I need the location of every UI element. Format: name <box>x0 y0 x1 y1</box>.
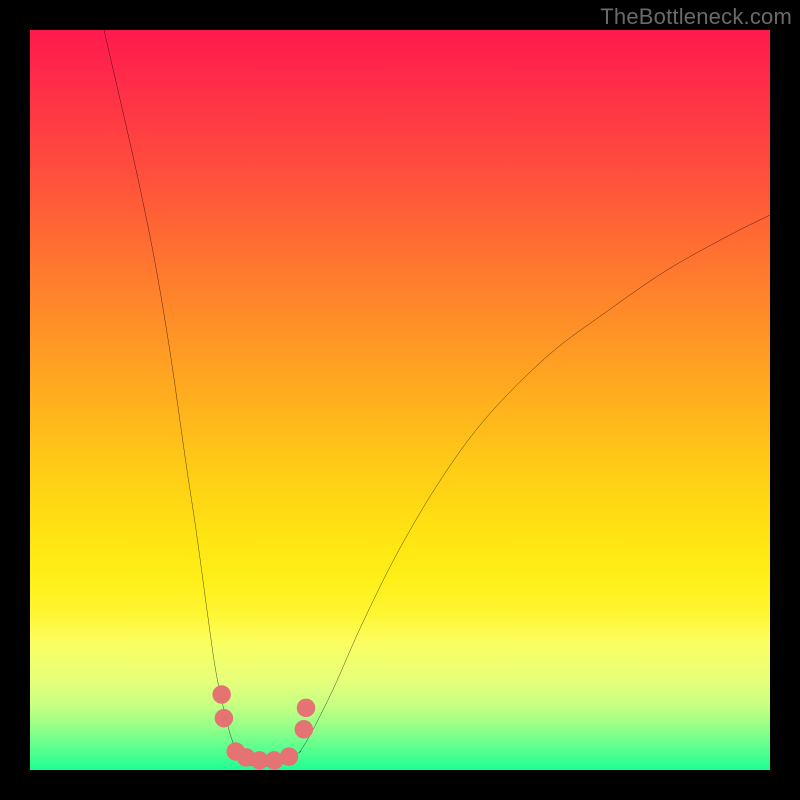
valley-marker <box>212 685 231 704</box>
valley-marker <box>280 747 299 766</box>
valley-marker <box>215 709 234 728</box>
watermark-text: TheBottleneck.com <box>600 4 792 30</box>
outer-frame: TheBottleneck.com <box>0 0 800 800</box>
plot-area <box>30 30 770 770</box>
bottleneck-curve <box>104 30 770 766</box>
chart-svg <box>30 30 770 770</box>
valley-marker-group <box>212 685 315 769</box>
valley-marker <box>297 699 316 718</box>
valley-marker <box>295 720 314 739</box>
